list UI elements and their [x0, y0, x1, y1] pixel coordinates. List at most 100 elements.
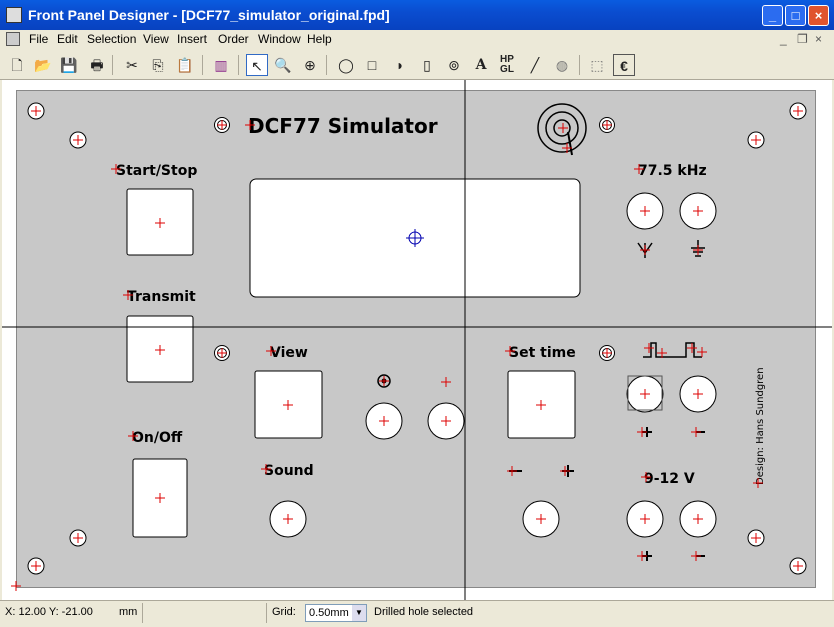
d-hole-icon[interactable]: ◗	[389, 54, 411, 76]
toolbar-separator	[238, 55, 239, 75]
select-pointer-icon[interactable]: ↖	[246, 54, 268, 76]
screw-hole[interactable]	[600, 118, 615, 133]
title-bar: Front Panel Designer - [DCF77_simulator_…	[0, 0, 834, 30]
grid-toggle-icon[interactable]: ⬚	[586, 54, 608, 76]
panel-properties-icon[interactable]: ▥	[210, 54, 232, 76]
app-icon[interactable]	[6, 7, 22, 23]
pulse-jack-hole[interactable]	[627, 376, 663, 412]
mount-hole[interactable]	[790, 103, 806, 119]
mount-hole[interactable]	[70, 132, 86, 148]
pulse-waveform-symbol	[643, 342, 708, 359]
status-separator	[142, 603, 143, 623]
close-button[interactable]: ×	[808, 5, 829, 26]
label-transmit[interactable]: Transmit	[127, 289, 196, 305]
rect-hole-icon[interactable]: □	[361, 54, 383, 76]
paste-icon[interactable]: 📋	[174, 54, 196, 76]
status-coordinates: X: 12.00 Y: -21.00	[5, 606, 93, 618]
screw-hole[interactable]	[600, 346, 615, 361]
hpgl-icon[interactable]: HP GL	[496, 54, 518, 76]
label-view[interactable]: View	[270, 345, 308, 361]
antenna-symbol-small	[637, 242, 653, 258]
menu-order[interactable]: Order	[218, 32, 249, 46]
power-jack-hole[interactable]	[680, 501, 716, 537]
label-frequency[interactable]: 77.5 kHz	[638, 163, 707, 179]
mount-hole[interactable]	[28, 103, 44, 119]
grid-size-select[interactable]: 0.50mm ▼	[305, 604, 367, 622]
menu-bar: File Edit Selection View Insert Order Wi…	[0, 30, 834, 49]
line-tool-icon[interactable]: ╱	[524, 54, 546, 76]
menu-file[interactable]: File	[29, 32, 48, 46]
grid-size-value: 0.50mm	[309, 607, 349, 619]
menu-help[interactable]: Help	[307, 32, 332, 46]
ground-symbol	[691, 240, 705, 257]
status-units: mm	[119, 606, 138, 618]
status-bar: X: 12.00 Y: -21.00 mm Grid: 0.50mm ▼ Dri…	[0, 600, 834, 627]
menu-selection[interactable]: Selection	[87, 32, 136, 46]
label-start-stop[interactable]: Start/Stop	[116, 163, 197, 179]
menu-window[interactable]: Window	[258, 32, 301, 46]
toolbar-separator	[326, 55, 327, 75]
copy-icon[interactable]: ⎘	[147, 54, 169, 76]
minimize-button[interactable]: _	[762, 5, 783, 26]
mount-hole[interactable]	[748, 530, 764, 546]
set-time-knob-hole[interactable]	[523, 501, 559, 537]
mount-hole[interactable]	[70, 530, 86, 546]
new-file-icon[interactable]: 🗋	[6, 54, 28, 76]
label-on-off[interactable]: On/Off	[132, 430, 183, 446]
menu-view[interactable]: View	[143, 32, 169, 46]
led-symbol	[377, 374, 391, 388]
zoom-icon[interactable]: 🔍	[272, 54, 294, 76]
label-sound[interactable]: Sound	[264, 463, 314, 479]
mdi-close-icon[interactable]: ×	[815, 32, 822, 46]
minus-symbol	[690, 550, 705, 562]
window-title: Front Panel Designer - [DCF77_simulator_…	[28, 7, 390, 23]
led-hole[interactable]	[428, 403, 464, 439]
chevron-down-icon[interactable]: ▼	[352, 605, 366, 621]
mount-hole[interactable]	[790, 558, 806, 574]
mount-hole[interactable]	[28, 558, 44, 574]
screw-hole[interactable]	[215, 346, 230, 361]
toolbar: 🗋 📂 💾 🖶 ✂ ⎘ 📋 ▥ ↖ 🔍 ⊕ ◯ □ ◗ ▯ ⊚ A HP GL ╱…	[0, 50, 834, 80]
toolbar-separator	[112, 55, 113, 75]
design-canvas[interactable]: DCF77 Simulator Start/Stop Transmit On/O…	[2, 80, 832, 600]
flat-hole-icon[interactable]: ▯	[416, 54, 438, 76]
text-tool-icon[interactable]: A	[470, 54, 492, 76]
crosshair-icon[interactable]: ⊕	[299, 54, 321, 76]
bolt-hole-icon[interactable]: ⊚	[443, 54, 465, 76]
status-separator	[266, 603, 267, 623]
freq-jack-hole[interactable]	[680, 193, 716, 229]
label-designer[interactable]: Design: Hans Sundgren	[755, 367, 766, 485]
screw-hole[interactable]	[215, 118, 230, 133]
sound-knob-hole[interactable]	[270, 501, 306, 537]
plus-symbol	[636, 550, 652, 562]
toolbar-separator	[579, 55, 580, 75]
maximize-button[interactable]: □	[785, 5, 806, 26]
menu-insert[interactable]: Insert	[177, 32, 207, 46]
mdi-minimize-icon[interactable]: _	[780, 32, 787, 46]
freq-jack-hole[interactable]	[627, 193, 663, 229]
mdi-restore-icon[interactable]: ❐	[797, 32, 808, 46]
label-set-time[interactable]: Set time	[509, 345, 576, 361]
minus-symbol	[690, 426, 705, 438]
panel-title[interactable]: DCF77 Simulator	[248, 114, 438, 138]
engraving-icon[interactable]: ◍	[551, 54, 573, 76]
panel-drawing[interactable]: DCF77 Simulator Start/Stop Transmit On/O…	[2, 80, 832, 600]
document-icon[interactable]	[6, 32, 20, 46]
save-icon[interactable]: 💾	[58, 54, 80, 76]
pulse-jack-hole[interactable]	[680, 376, 716, 412]
print-icon[interactable]: 🖶	[86, 54, 108, 76]
price-euro-icon[interactable]: €	[613, 54, 635, 76]
hpgl-bottom-label: GL	[500, 64, 514, 75]
round-hole-icon[interactable]: ◯	[335, 54, 357, 76]
open-folder-icon[interactable]: 📂	[32, 54, 54, 76]
plus-symbol	[636, 426, 652, 438]
led-hole[interactable]	[366, 403, 402, 439]
cut-icon[interactable]: ✂	[121, 54, 143, 76]
power-jack-hole[interactable]	[627, 501, 663, 537]
antenna-symbol[interactable]	[537, 103, 587, 156]
label-voltage[interactable]: 9-12 V	[644, 471, 695, 487]
mount-hole[interactable]	[748, 132, 764, 148]
toolbar-separator	[202, 55, 203, 75]
menu-edit[interactable]: Edit	[57, 32, 78, 46]
grid-label: Grid:	[272, 606, 296, 618]
